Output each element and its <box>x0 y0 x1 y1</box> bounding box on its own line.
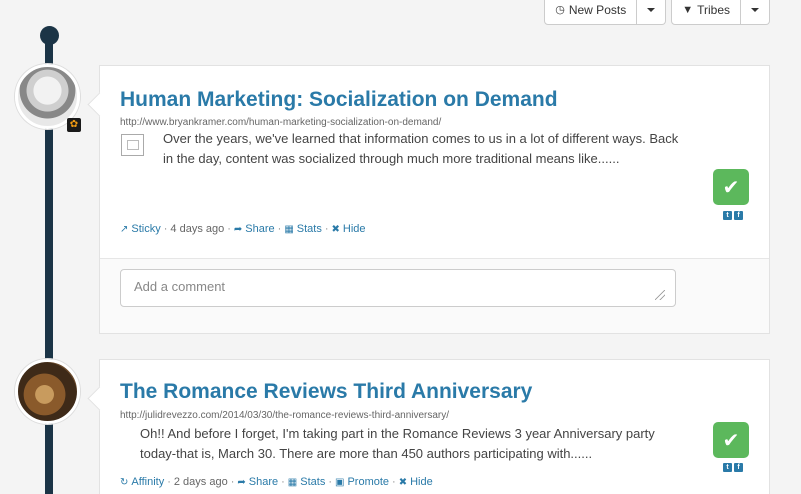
stats-link[interactable]: Stats <box>297 223 322 235</box>
tribes-button[interactable]: ▼ Tribes <box>671 0 741 25</box>
caret-down-icon <box>751 7 759 12</box>
share-icon: ➦ <box>233 223 243 235</box>
share-link[interactable]: Share <box>249 476 278 488</box>
new-posts-group: ◷ New Posts <box>544 0 667 25</box>
comment-placeholder: Add a comment <box>134 279 226 294</box>
promote-link[interactable]: Promote <box>347 476 389 488</box>
bar-chart-icon: ▦ <box>284 223 294 235</box>
hide-link[interactable]: Hide <box>343 223 366 235</box>
share-icon: ➦ <box>237 476 246 488</box>
post-time: 4 days ago <box>170 223 225 235</box>
tribes-label: Tribes <box>697 2 730 17</box>
author-avatar[interactable] <box>15 359 80 424</box>
new-posts-button[interactable]: ◷ New Posts <box>544 0 638 25</box>
tribes-dropdown-toggle[interactable] <box>741 0 770 25</box>
external-link-icon: ↗ <box>120 223 129 235</box>
comment-section: Add a comment <box>100 258 769 333</box>
caret-down-icon <box>647 7 656 12</box>
post-title[interactable]: The Romance Reviews Third Anniversary <box>120 380 532 404</box>
post-excerpt: Oh!! And before I forget, I'm taking par… <box>140 426 655 461</box>
hide-link[interactable]: Hide <box>410 476 433 488</box>
new-posts-label: New Posts <box>568 2 627 17</box>
post-card: The Romance Reviews Third Anniversary ht… <box>99 359 770 494</box>
post-thumbnail <box>121 134 144 156</box>
sticky-link[interactable]: Sticky <box>131 223 160 235</box>
check-icon[interactable]: ✔ <box>713 169 749 205</box>
post-actions: ↗ Sticky · 4 days ago · ➦ Share · ▦ Stat… <box>120 223 366 235</box>
check-icon[interactable]: ✔ <box>713 422 749 458</box>
post-title[interactable]: Human Marketing: Socialization on Demand <box>120 88 558 112</box>
twitter-icon[interactable]: t <box>723 211 732 220</box>
post-card: Human Marketing: Socialization on Demand… <box>99 65 770 334</box>
resize-handle-icon[interactable] <box>655 290 665 300</box>
post-time: 2 days ago <box>173 476 228 488</box>
close-icon: ✖ <box>331 223 340 235</box>
clock-icon: ◷ <box>555 4 565 16</box>
post-excerpt: Over the years, we've learned that infor… <box>163 131 679 166</box>
twitter-icon[interactable]: t <box>723 463 732 472</box>
close-icon: ✖ <box>398 476 408 488</box>
social-share: t f <box>723 463 743 472</box>
rss-icon: ✿ <box>67 118 81 132</box>
post-url[interactable]: http://julidrevezzo.com/2014/03/30/the-r… <box>120 410 449 421</box>
share-link[interactable]: Share <box>245 223 274 235</box>
feed-toolbar: ◷ New Posts ▼ Tribes <box>544 0 770 25</box>
new-posts-dropdown-toggle[interactable] <box>637 0 667 25</box>
facebook-icon[interactable]: f <box>734 211 743 220</box>
bar-chart-icon: ▦ <box>287 476 298 488</box>
comment-input[interactable]: Add a comment <box>120 269 676 307</box>
stats-link[interactable]: Stats <box>300 476 325 488</box>
refresh-icon: ↻ <box>120 476 129 488</box>
tribes-group: ▼ Tribes <box>671 0 770 25</box>
social-share: t f <box>723 211 743 220</box>
filter-icon: ▼ <box>682 3 694 16</box>
gift-icon: ▣ <box>335 476 345 488</box>
affinity-link[interactable]: Affinity <box>131 476 164 488</box>
facebook-icon[interactable]: f <box>734 463 743 472</box>
timeline-start-dot <box>40 26 59 45</box>
post-actions: ↻ Affinity · 2 days ago · ➦ Share · ▦ St… <box>120 476 433 488</box>
post-url[interactable]: http://www.bryankramer.com/human-marketi… <box>120 117 441 128</box>
